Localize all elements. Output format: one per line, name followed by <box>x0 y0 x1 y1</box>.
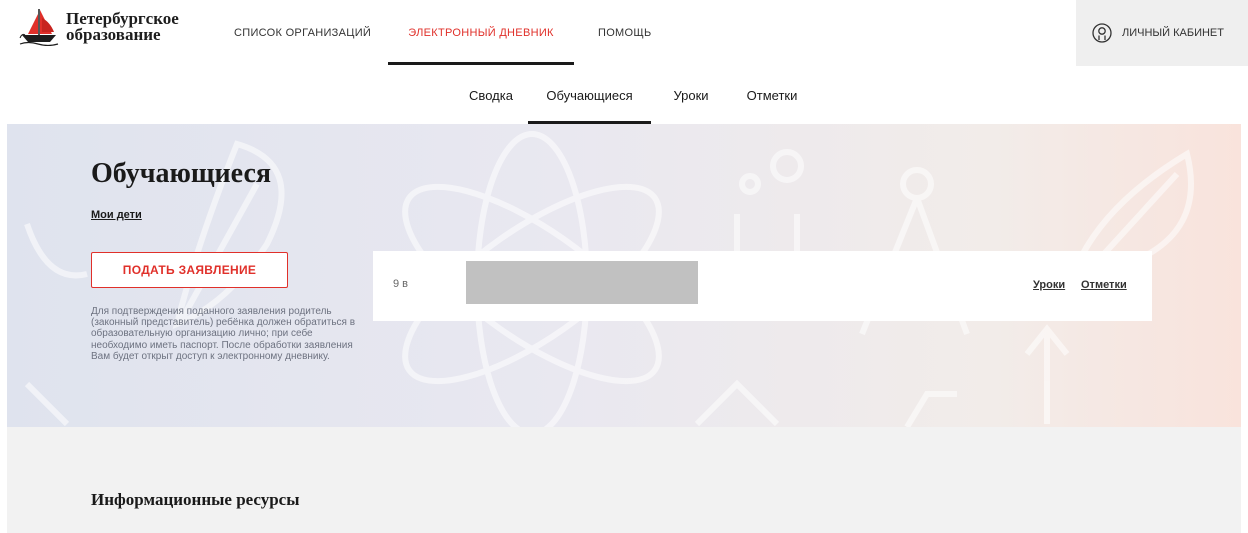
student-card: 9 в Уроки Отметки <box>373 251 1152 321</box>
personal-cabinet-label: ЛИЧНЫЙ КАБИНЕТ <box>1122 27 1224 39</box>
student-class: 9 в <box>393 278 409 290</box>
students-hero: Обучающиеся Мои дети ПОДАТЬ ЗАЯВЛЕНИЕ Дл… <box>7 124 1241 427</box>
student-name-redacted <box>466 261 698 304</box>
user-circle-icon <box>1092 23 1112 43</box>
info-resources-title: Информационные ресурсы <box>91 490 300 509</box>
nav-electronic-diary[interactable]: ЭЛЕКТРОННЫЙ ДНЕВНИК <box>388 0 574 66</box>
tab-marks[interactable]: Отметки <box>732 66 812 124</box>
personal-cabinet-button[interactable]: ЛИЧНЫЙ КАБИНЕТ <box>1076 0 1248 66</box>
my-children-link[interactable]: Мои дети <box>91 209 142 221</box>
application-note: Для подтверждения поданного заявления ро… <box>91 306 356 362</box>
submit-application-button[interactable]: ПОДАТЬ ЗАЯВЛЕНИЕ <box>91 252 288 288</box>
ship-logo-icon <box>18 8 60 47</box>
nav-help[interactable]: ПОМОЩЬ <box>598 0 678 66</box>
nav-organizations[interactable]: СПИСОК ОРГАНИЗАЦИЙ <box>234 0 384 66</box>
tab-summary[interactable]: Сводка <box>456 66 526 124</box>
top-header: Петербургское образование СПИСОК ОРГАНИЗ… <box>0 0 1248 66</box>
logo-line2: образование <box>66 25 161 44</box>
diary-subnav: Сводка Обучающиеся Уроки Отметки <box>0 66 1248 124</box>
page-title: Обучающиеся <box>91 158 272 189</box>
tab-lessons[interactable]: Уроки <box>656 66 726 124</box>
student-lessons-link[interactable]: Уроки <box>1033 279 1065 291</box>
site-logo[interactable]: Петербургское образование <box>18 6 208 48</box>
tab-students[interactable]: Обучающиеся <box>528 66 651 124</box>
info-resources-section: Информационные ресурсы <box>7 427 1241 533</box>
student-marks-link[interactable]: Отметки <box>1081 279 1127 291</box>
